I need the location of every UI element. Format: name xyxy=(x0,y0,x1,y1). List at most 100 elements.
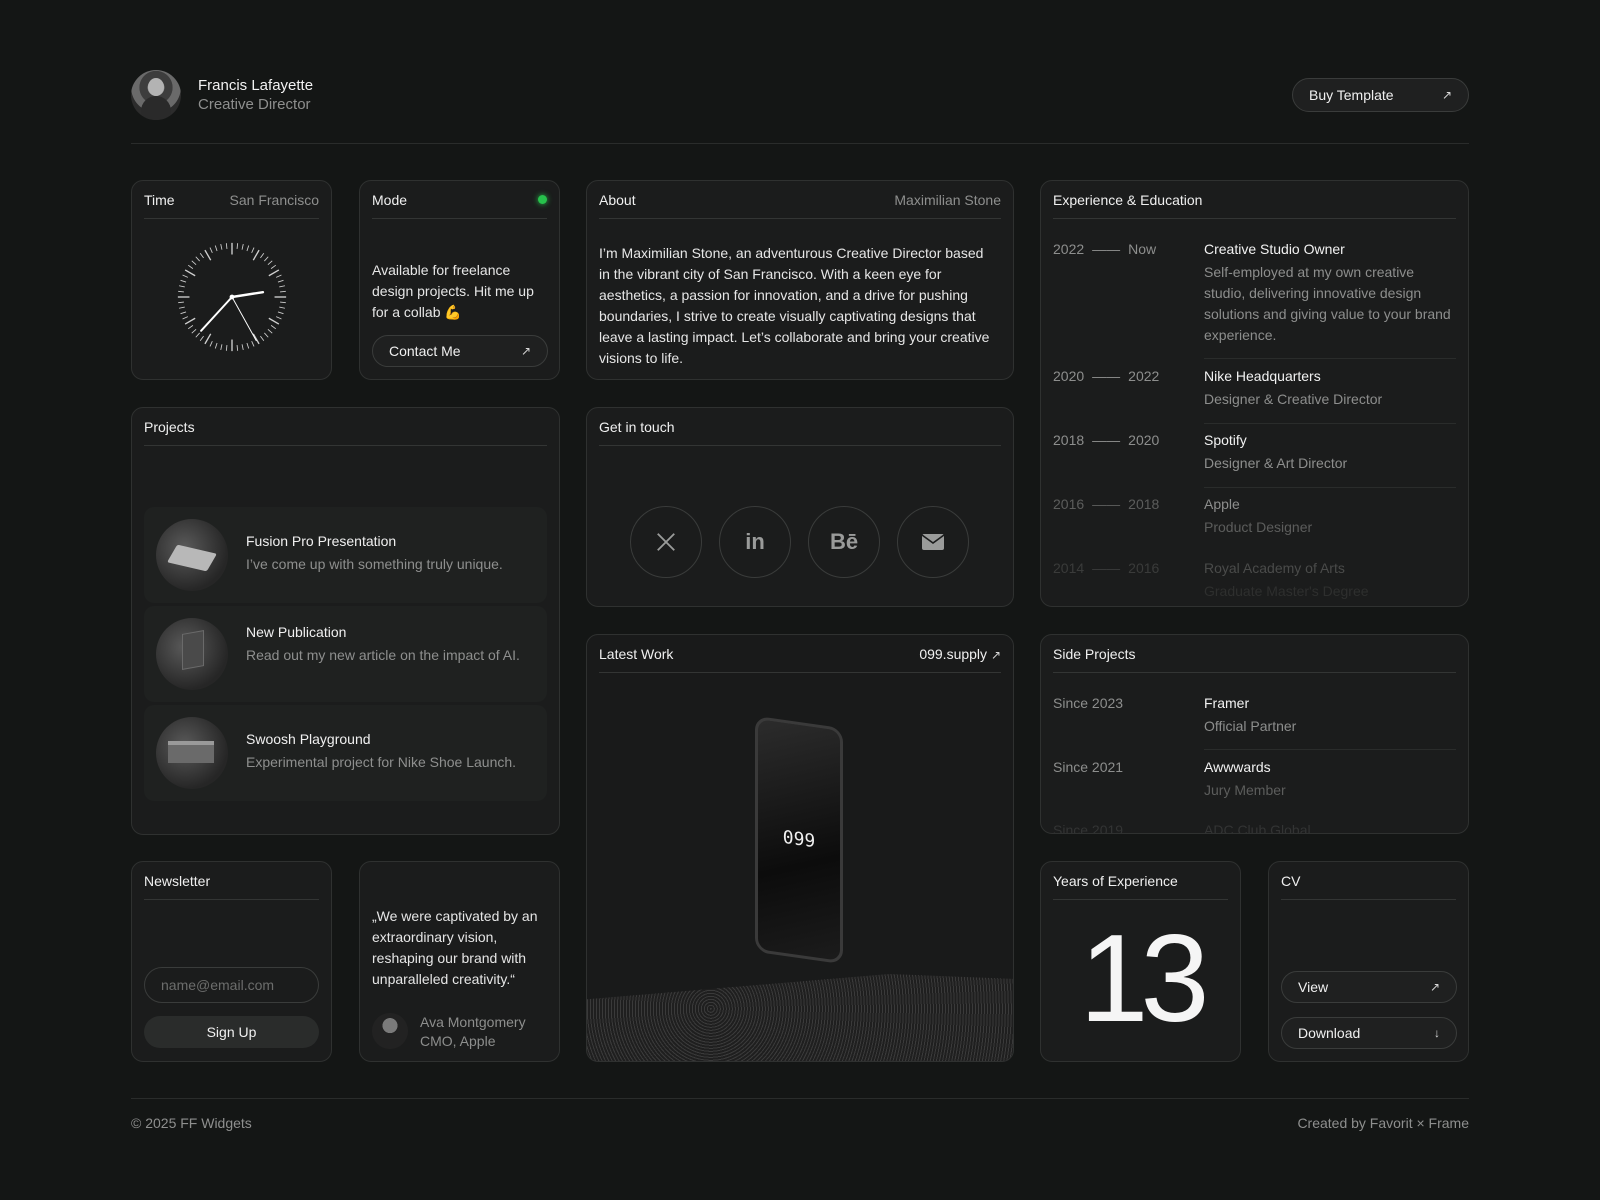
about-card-name: Maximilian Stone xyxy=(894,191,1001,208)
author-name: Ava Montgomery xyxy=(420,1014,526,1030)
availability-text: Available for freelance design projects.… xyxy=(372,262,534,320)
about-text: I’m Maximilian Stone, an adventurous Cre… xyxy=(599,245,990,366)
experience-card-title: Experience & Education xyxy=(1053,191,1203,208)
mail-icon[interactable] xyxy=(897,506,969,578)
contact-me-button[interactable]: Contact Me ↗ xyxy=(372,335,548,367)
contact-me-label: Contact Me xyxy=(389,343,461,359)
years-title: Years of Experience xyxy=(1053,872,1178,889)
testimonial-quote: „We were captivated by an extraordinary … xyxy=(372,908,538,987)
status-dot xyxy=(538,195,547,204)
mode-card-title: Mode xyxy=(372,191,408,208)
experience-title: Nike Headquarters xyxy=(1204,368,1321,384)
latest-work-image: 099 xyxy=(587,674,1013,1061)
time-card-title: Time xyxy=(144,191,175,208)
author-avatar xyxy=(372,1013,408,1049)
divider xyxy=(1204,423,1456,424)
experience-years: 2014 —— 2016 xyxy=(1053,560,1160,576)
profile-name: Francis Lafayette xyxy=(198,77,314,94)
footer-credit: Created by Favorit × Frame xyxy=(1297,1115,1469,1131)
experience-years: 2020 —— 2022 xyxy=(1053,368,1160,384)
cv-card: CV View ↗ Download ↓ xyxy=(1268,861,1469,1062)
project-thumbnail xyxy=(156,717,228,789)
experience-title: Royal Academy of Arts xyxy=(1204,560,1345,576)
side-project-since: Since 2023 xyxy=(1053,695,1124,711)
avatar xyxy=(131,70,181,120)
about-card: About Maximilian Stone I’m Maximilian St… xyxy=(586,180,1014,380)
contact-card: Get in touch in Bē xyxy=(586,407,1014,607)
time-card: Time San Francisco xyxy=(131,180,332,380)
buy-template-label: Buy Template xyxy=(1309,87,1394,103)
arrow-up-right-icon: ↗ xyxy=(1441,88,1452,102)
view-cv-button[interactable]: View ↗ xyxy=(1281,971,1457,1003)
project-item[interactable]: New Publication Read out my new article … xyxy=(144,606,547,702)
time-card-city: San Francisco xyxy=(229,191,319,208)
newsletter-title: Newsletter xyxy=(144,872,211,889)
latest-work-link[interactable]: 099.supply ↗ xyxy=(919,646,1001,662)
experience-card: Experience & Education 2022 —— Now Creativ… xyxy=(1040,180,1469,607)
author-role: CMO, Apple xyxy=(420,1033,496,1049)
profile-role: Creative Director xyxy=(198,96,311,113)
behance-icon[interactable]: Bē xyxy=(808,506,880,578)
quote-card: „We were captivated by an extraordinary … xyxy=(359,861,560,1062)
download-label: Download xyxy=(1298,1025,1361,1041)
years-value: 13 xyxy=(1079,910,1210,1048)
sign-up-button[interactable]: Sign Up xyxy=(144,1016,319,1048)
side-projects-title: Side Projects xyxy=(1053,645,1136,662)
experience-desc: Product Designer xyxy=(1204,519,1313,535)
project-thumbnail xyxy=(156,519,228,591)
arrow-up-right-icon: ↗ xyxy=(520,344,531,358)
experience-desc: Designer & Art Director xyxy=(1204,455,1348,471)
stone-pedestal xyxy=(587,974,1013,1061)
email-input[interactable] xyxy=(144,967,319,1003)
experience-desc: Graduate Master's Degree xyxy=(1204,583,1369,599)
side-project-title: Awwwards xyxy=(1204,759,1271,775)
project-desc: Experimental project for Nike Shoe Launc… xyxy=(246,754,517,770)
linkedin-icon[interactable]: in xyxy=(719,506,791,578)
side-project-since: Since 2021 xyxy=(1053,759,1124,775)
experience-desc: Self-employed at my own creative studio,… xyxy=(1204,264,1451,343)
project-item[interactable]: Swoosh Playground Experimental project f… xyxy=(144,705,547,801)
device-text: 099 xyxy=(782,826,816,853)
experience-title: Creative Studio Owner xyxy=(1204,241,1345,257)
side-project-desc: Official Partner xyxy=(1204,718,1297,734)
buy-template-button[interactable]: Buy Template ↗ xyxy=(1292,78,1469,112)
arrow-up-right-icon: ↗ xyxy=(1429,980,1440,994)
latest-work-title: Latest Work xyxy=(599,645,674,662)
clock-icon xyxy=(177,242,287,352)
experience-list: 2022 —— Now Creative Studio Owner Self-emp… xyxy=(1041,220,1468,606)
side-project-desc: Jury Member xyxy=(1204,782,1286,798)
project-item[interactable]: Fusion Pro Presentation I’ve come up wit… xyxy=(144,507,547,603)
contact-card-title: Get in touch xyxy=(599,418,675,435)
footer-divider xyxy=(131,1098,1469,1099)
header-divider xyxy=(131,143,1469,144)
project-title: Swoosh Playground xyxy=(246,731,371,747)
footer-copyright: © 2025 FF Widgets xyxy=(131,1115,252,1131)
experience-years: 2022 —— Now xyxy=(1053,241,1157,257)
cv-title: CV xyxy=(1281,872,1301,889)
newsletter-card: Newsletter Sign Up xyxy=(131,861,332,1062)
experience-title: Apple xyxy=(1204,496,1240,512)
project-desc: Read out my new article on the impact of… xyxy=(246,647,520,663)
view-label: View xyxy=(1298,979,1329,995)
experience-desc: Designer & Creative Director xyxy=(1204,391,1383,407)
project-title: New Publication xyxy=(246,624,347,640)
mode-card: Mode Available for freelance design proj… xyxy=(359,180,560,380)
project-thumbnail xyxy=(156,618,228,690)
years-card: Years of Experience 13 xyxy=(1040,861,1241,1062)
arrow-up-right-icon: ↗ xyxy=(990,647,1001,662)
download-cv-button[interactable]: Download ↓ xyxy=(1281,1017,1457,1049)
experience-title: Spotify xyxy=(1204,432,1247,448)
x-icon[interactable] xyxy=(630,506,702,578)
divider xyxy=(1204,358,1456,359)
divider xyxy=(1204,749,1456,750)
side-project-title: ADC Club Global xyxy=(1204,822,1311,834)
side-project-since: Since 2019 xyxy=(1053,822,1124,834)
side-projects-card: Side Projects Since 2023 Framer Official… xyxy=(1040,634,1469,834)
latest-work-card: Latest Work 099.supply ↗ 099 xyxy=(586,634,1014,1062)
projects-card-title: Projects xyxy=(144,418,195,435)
arrow-down-icon: ↓ xyxy=(1434,1026,1440,1040)
divider xyxy=(1204,487,1456,488)
experience-years: 2016 —— 2018 xyxy=(1053,496,1160,512)
project-desc: I’ve come up with something truly unique… xyxy=(246,556,503,572)
experience-years: 2018 —— 2020 xyxy=(1053,432,1160,448)
